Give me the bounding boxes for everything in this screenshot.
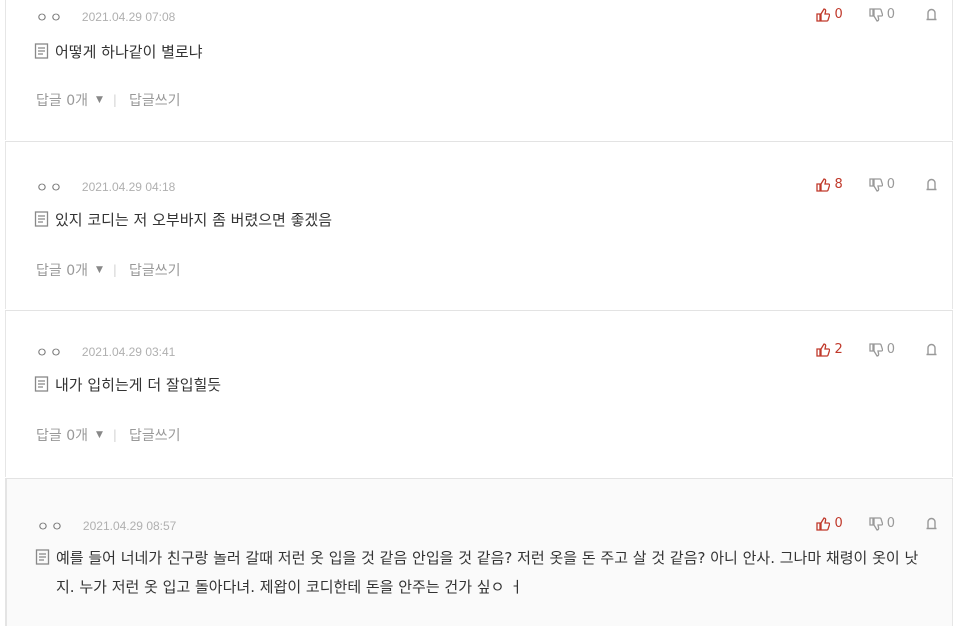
- comment-author: ㅇㅇ: [36, 181, 64, 196]
- thumbs-up-icon: [816, 177, 831, 192]
- dislike-button[interactable]: 0: [869, 7, 895, 22]
- chevron-down-icon[interactable]: ▼: [96, 265, 103, 275]
- memo-icon: [35, 549, 50, 565]
- like-button[interactable]: 0: [816, 516, 843, 531]
- comment-item: ㅇㅇ 2021.04.29 07:08 0 0 어떻게 하나같이 별로냐 답글 …: [5, 0, 953, 140]
- report-button[interactable]: [925, 343, 938, 356]
- like-count: 8: [834, 177, 843, 192]
- comment-body: 어떻게 하나같이 별로냐: [34, 38, 935, 67]
- thumbs-down-icon: [869, 7, 883, 22]
- comment-body: 예를 들어 너네가 친구랑 놀러 갈때 저런 옷 입을 것 같음 안입을 것 같…: [35, 544, 936, 602]
- thumbs-up-icon: [816, 342, 831, 357]
- divider: |: [112, 263, 117, 277]
- comment-text: 있지 코디는 저 오부바지 좀 버렸으면 좋겠음: [55, 211, 333, 229]
- comment-votes: 0 0: [790, 7, 938, 22]
- reply-count-toggle[interactable]: 답글 0개: [36, 425, 88, 445]
- comment-author: ㅇㅇ: [36, 11, 64, 26]
- comment-author: ㅇㅇ: [37, 520, 65, 535]
- dislike-button[interactable]: 0: [869, 177, 895, 192]
- thumbs-down-icon: [869, 516, 883, 531]
- comment-votes: 0 0: [790, 516, 938, 531]
- write-reply-link[interactable]: 답글쓰기: [129, 425, 181, 445]
- comment-body: 있지 코디는 저 오부바지 좀 버렸으면 좋겠음: [34, 206, 935, 235]
- comment-meta: ㅇㅇ 2021.04.29 08:57: [37, 516, 177, 536]
- chevron-down-icon[interactable]: ▼: [96, 430, 103, 440]
- report-button[interactable]: [925, 517, 938, 530]
- comment-author: ㅇㅇ: [36, 346, 64, 361]
- report-icon: [926, 178, 937, 191]
- divider: |: [112, 93, 117, 107]
- report-button[interactable]: [925, 8, 938, 21]
- comment-date: 2021.04.29 03:41: [81, 344, 176, 359]
- comment-votes: 2 0: [790, 342, 938, 357]
- thumbs-up-icon: [816, 7, 831, 22]
- reply-count-toggle[interactable]: 답글 0개: [36, 90, 88, 110]
- dislike-button[interactable]: 0: [869, 516, 895, 531]
- comment-meta: ㅇㅇ 2021.04.29 04:18: [36, 177, 176, 197]
- thumbs-up-icon: [816, 516, 831, 531]
- like-button[interactable]: 8: [816, 177, 843, 192]
- memo-icon: [34, 376, 49, 392]
- comment-actions: 답글 0개 ▼ | 답글쓰기: [36, 260, 181, 280]
- dislike-count: 0: [886, 177, 895, 192]
- comment-text: 예를 들어 너네가 친구랑 놀러 갈때 저런 옷 입을 것 같음 안입을 것 같…: [56, 549, 919, 596]
- comment-actions: 답글 0개 ▼ | 답글쓰기: [36, 425, 181, 445]
- comment-item: ㅇㅇ 2021.04.29 08:57 0 0 예를 들어 너네가 친구랑 놀러…: [5, 479, 953, 626]
- comment-meta: ㅇㅇ 2021.04.29 03:41: [36, 342, 176, 362]
- comment-list: ㅇㅇ 2021.04.29 07:08 0 0 어떻게 하나같이 별로냐 답글 …: [0, 0, 960, 626]
- comment-votes: 8 0: [790, 177, 938, 192]
- write-reply-link[interactable]: 답글쓰기: [129, 260, 181, 280]
- report-icon: [926, 8, 937, 21]
- comment-item: ㅇㅇ 2021.04.29 03:41 2 0 내가 입히는게 더 잘입힐듯 답…: [5, 311, 953, 477]
- dislike-count: 0: [886, 7, 895, 22]
- like-count: 0: [834, 7, 843, 22]
- thumbs-down-icon: [869, 177, 883, 192]
- report-icon: [926, 343, 937, 356]
- comment-text: 내가 입히는게 더 잘입힐듯: [55, 376, 222, 394]
- comment-meta: ㅇㅇ 2021.04.29 07:08: [36, 7, 176, 27]
- comment-text: 어떻게 하나같이 별로냐: [55, 43, 203, 61]
- dislike-count: 0: [886, 516, 895, 531]
- chevron-down-icon[interactable]: ▼: [96, 95, 103, 105]
- dislike-button[interactable]: 0: [869, 342, 895, 357]
- comment-date: 2021.04.29 07:08: [81, 9, 176, 24]
- memo-icon: [34, 43, 49, 59]
- thumbs-down-icon: [869, 342, 883, 357]
- dislike-count: 0: [886, 342, 895, 357]
- comment-date: 2021.04.29 08:57: [82, 518, 177, 533]
- report-icon: [926, 517, 937, 530]
- comment-body: 내가 입히는게 더 잘입힐듯: [34, 371, 935, 400]
- divider: |: [112, 428, 117, 442]
- memo-icon: [34, 211, 49, 227]
- comment-actions: 답글 0개 ▼ | 답글쓰기: [36, 90, 181, 110]
- write-reply-link[interactable]: 답글쓰기: [129, 90, 181, 110]
- like-count: 0: [834, 516, 843, 531]
- report-button[interactable]: [925, 178, 938, 191]
- like-button[interactable]: 0: [816, 7, 843, 22]
- comment-item: ㅇㅇ 2021.04.29 04:18 8 0 있지 코디는 저 오부바지 좀 …: [5, 142, 953, 309]
- comment-date: 2021.04.29 04:18: [81, 179, 176, 194]
- like-button[interactable]: 2: [816, 342, 843, 357]
- like-count: 2: [834, 342, 843, 357]
- reply-count-toggle[interactable]: 답글 0개: [36, 260, 88, 280]
